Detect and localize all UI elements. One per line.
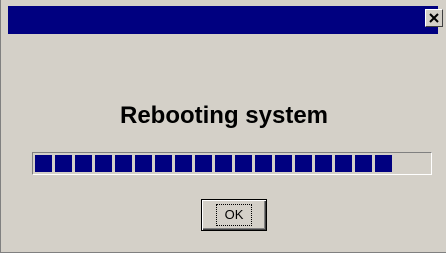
- progress-segment: [335, 155, 352, 172]
- progress-segment: [375, 155, 392, 172]
- progress-segment: [315, 155, 332, 172]
- progress-segment: [275, 155, 292, 172]
- progress-segment: [295, 155, 312, 172]
- progress-fill: [35, 155, 429, 172]
- progress-segment: [195, 155, 212, 172]
- progress-segment: [355, 155, 372, 172]
- close-button[interactable]: [425, 9, 443, 27]
- progress-segment: [95, 155, 112, 172]
- progress-segment: [55, 155, 72, 172]
- progress-segment: [215, 155, 232, 172]
- progress-segment: [135, 155, 152, 172]
- progress-segment: [235, 155, 252, 172]
- progress-segment: [175, 155, 192, 172]
- progress-segment: [255, 155, 272, 172]
- reboot-dialog: Rebooting system OK: [0, 0, 446, 253]
- title-bar[interactable]: [8, 6, 438, 34]
- progress-segment: [75, 155, 92, 172]
- progress-segment: [155, 155, 172, 172]
- status-message: Rebooting system: [119, 102, 329, 129]
- progress-bar: [32, 152, 432, 175]
- progress-segment: [115, 155, 132, 172]
- progress-segment: [35, 155, 52, 172]
- ok-button[interactable]: OK: [201, 199, 267, 231]
- ok-button-label: OK: [215, 204, 253, 226]
